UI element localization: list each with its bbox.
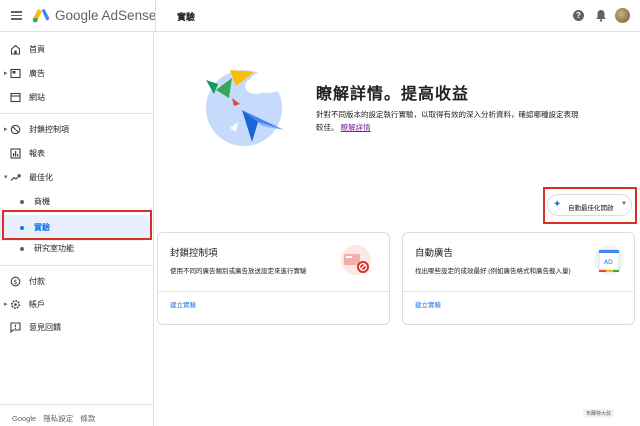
- auto-ads-illustration-icon: AD: [594, 245, 624, 275]
- google-link[interactable]: Google: [12, 414, 36, 423]
- hero-illustration: [206, 70, 286, 146]
- chevron-right-icon[interactable]: ▸: [4, 69, 8, 77]
- sidebar-divider: [0, 404, 153, 405]
- sidebar-item-label: 網站: [29, 93, 45, 102]
- ads-icon: [10, 68, 21, 79]
- bullet-icon: [20, 226, 24, 230]
- avatar[interactable]: [615, 8, 630, 23]
- chevron-right-icon[interactable]: ▸: [4, 125, 8, 133]
- sidebar-item-optimization[interactable]: ▾ 最佳化: [0, 169, 152, 187]
- sidebar-footer: Google 隱私設定 條款: [12, 413, 100, 424]
- brand-name: Google AdSense: [55, 8, 157, 23]
- sparkle-icon: ✦: [553, 199, 562, 210]
- payments-icon: $: [10, 276, 21, 287]
- learn-more-link[interactable]: 瞭解詳情: [341, 123, 371, 132]
- card-description: 找出哪些設定的成效最好 (例如廣告格式和廣告載入量): [415, 268, 571, 275]
- sidebar-item-reports[interactable]: 報表: [0, 145, 152, 163]
- svg-text:$: $: [13, 278, 17, 286]
- settings-icon: [11, 300, 20, 309]
- blocking-controls-card: 封鎖控制項 使用不同的廣告類別或廣告放送設定來進行實驗 建立實驗: [157, 232, 390, 325]
- sidebar-item-label: 首頁: [29, 45, 45, 54]
- adsense-logo-icon: [32, 8, 50, 23]
- create-experiment-link[interactable]: 建立實驗: [170, 299, 196, 309]
- sidebar-item-home[interactable]: 首頁: [0, 41, 152, 59]
- card-divider: [403, 291, 634, 292]
- sidebar-item-label: 付款: [29, 277, 45, 286]
- card-title: 自動廣告: [415, 248, 454, 259]
- sidebar-item-payments[interactable]: $ 付款: [0, 273, 152, 291]
- terms-link[interactable]: 條款: [80, 414, 95, 423]
- trending-up-icon: [10, 174, 21, 181]
- sites-icon: [10, 92, 21, 103]
- sidebar-item-label: 廣告: [29, 69, 45, 78]
- watermark: 布蘭特大叔: [583, 409, 615, 418]
- hero-description: 針對不同版本的設定執行實驗，以取得有效的深入分析資料，確認哪種設定表現較佳。 瞭…: [316, 108, 584, 134]
- top-bar: Google AdSense 實驗 ?: [0, 0, 640, 32]
- sidebar-item-labs[interactable]: 研究室功能: [0, 240, 152, 258]
- header-divider: [155, 0, 156, 32]
- chevron-right-icon[interactable]: ▸: [4, 300, 8, 308]
- auto-optimize-dropdown[interactable]: ✦ 自動最佳化開啟 ▼: [547, 194, 632, 216]
- sidebar-item-label: 報表: [29, 149, 45, 158]
- hero-title: 瞭解詳情。提高收益: [316, 86, 470, 103]
- page-title: 實驗: [177, 12, 196, 22]
- sidebar: 首頁 ▸ 廣告 網站 ▸ 封鎖控制項 報表 ▾ 最佳化 商機 實驗 研究室功能 …: [0, 33, 154, 426]
- sidebar-item-opportunities[interactable]: 商機: [0, 193, 152, 211]
- notifications-icon[interactable]: [595, 9, 607, 22]
- sidebar-item-blocking-controls[interactable]: ▸ 封鎖控制項: [0, 121, 152, 139]
- bullet-icon: [20, 247, 24, 251]
- card-description: 使用不同的廣告類別或廣告放送設定來進行實驗: [170, 268, 307, 275]
- sidebar-item-label: 封鎖控制項: [29, 125, 69, 134]
- bullet-icon: [20, 200, 24, 204]
- sidebar-item-feedback[interactable]: 意見回饋: [0, 319, 152, 337]
- sidebar-item-label: 最佳化: [29, 173, 53, 182]
- auto-optimize-label: 自動最佳化開啟: [568, 205, 614, 212]
- sidebar-item-label: 帳戶: [29, 300, 45, 309]
- auto-ads-card: 自動廣告 AD 找出哪些設定的成效最好 (例如廣告格式和廣告載入量) 建立實驗: [402, 232, 635, 325]
- sidebar-item-sites[interactable]: 網站: [0, 89, 152, 107]
- sidebar-divider: [0, 113, 153, 114]
- svg-text:AD: AD: [604, 259, 613, 266]
- feedback-icon: [10, 322, 21, 333]
- sidebar-item-label: 商機: [34, 197, 50, 206]
- reports-icon: [10, 148, 21, 159]
- privacy-link[interactable]: 隱私設定: [43, 414, 73, 423]
- menu-icon[interactable]: [11, 11, 22, 20]
- card-divider: [158, 291, 389, 292]
- create-experiment-link[interactable]: 建立實驗: [415, 299, 441, 309]
- chevron-down-icon[interactable]: ▾: [4, 173, 8, 181]
- sidebar-item-ads[interactable]: ▸ 廣告: [0, 65, 152, 83]
- sidebar-item-label: 意見回饋: [29, 323, 61, 332]
- help-icon[interactable]: ?: [573, 10, 584, 21]
- card-title: 封鎖控制項: [170, 248, 218, 259]
- sidebar-item-label: 實驗: [34, 223, 50, 232]
- sidebar-item-label: 研究室功能: [34, 244, 74, 253]
- sidebar-item-experiments[interactable]: 實驗: [0, 215, 152, 241]
- sidebar-item-account[interactable]: ▸ 帳戶: [0, 296, 152, 314]
- sidebar-divider: [0, 265, 153, 266]
- chevron-down-icon: ▼: [621, 201, 627, 207]
- home-icon: [10, 44, 21, 55]
- block-icon: [10, 124, 21, 135]
- blocking-illustration-icon: [341, 245, 371, 275]
